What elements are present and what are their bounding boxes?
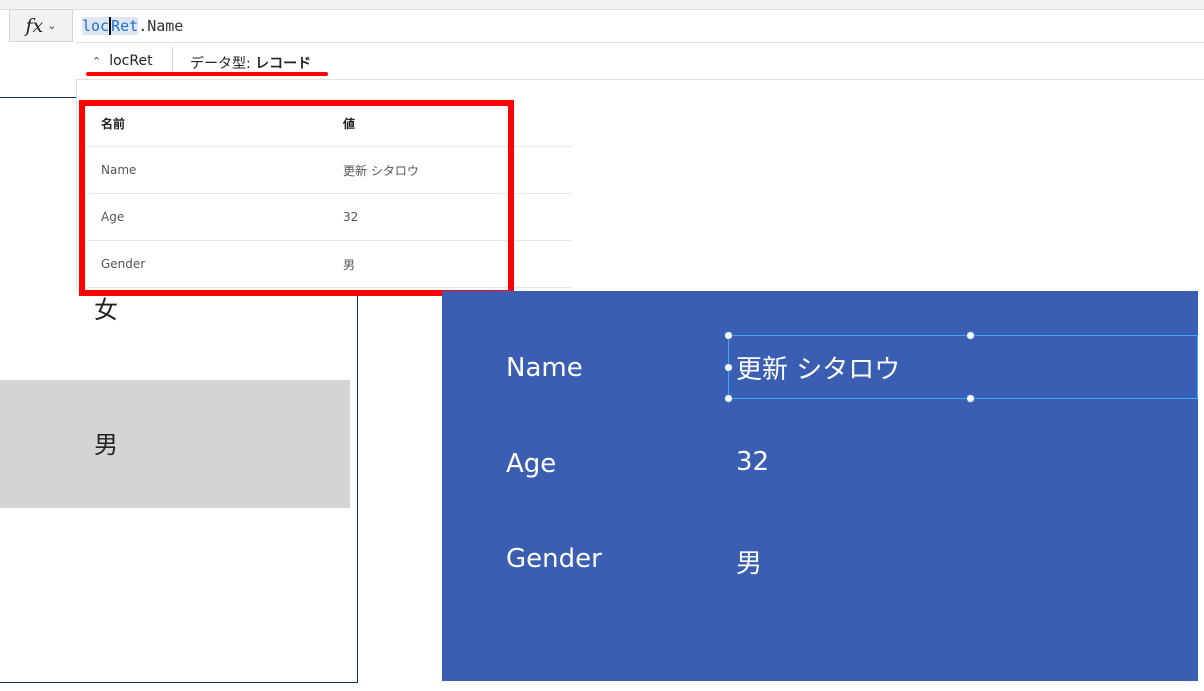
canvas-right-margin (1198, 291, 1204, 691)
gender-label: Gender (506, 544, 602, 574)
resize-handle-top-left[interactable] (724, 331, 733, 340)
selection-frame[interactable] (728, 335, 1198, 399)
detail-screen: Name 更新 シタロウ Age 32 Gender 男 (442, 291, 1198, 681)
red-box-annotation (79, 100, 514, 296)
gender-value[interactable]: 男 (736, 543, 762, 580)
gallery-item-male[interactable]: 男 (94, 425, 118, 460)
result-collapse-toggle[interactable]: ⌃ locRet (92, 53, 153, 69)
data-type-prefix: データ型: (190, 56, 256, 72)
formula-input[interactable]: loc Ret .Name (76, 9, 1204, 43)
name-label: Name (506, 353, 583, 383)
fx-dropdown-button[interactable]: fx ⌄ (9, 9, 73, 42)
chevron-down-icon: ⌄ (47, 19, 57, 32)
chevron-up-icon: ⌃ (92, 54, 102, 68)
formula-variable-part2: Ret (111, 16, 139, 35)
age-value[interactable]: 32 (736, 447, 769, 477)
resize-handle-middle-left[interactable] (724, 363, 733, 372)
formula-rest: .Name (138, 16, 184, 35)
formula-variable-part1: loc (82, 16, 110, 35)
resize-handle-bottom-left[interactable] (724, 394, 733, 403)
age-label: Age (506, 449, 557, 479)
data-type-value: レコード (255, 56, 312, 72)
fx-label: fx (25, 14, 44, 37)
resize-handle-bottom-center[interactable] (966, 394, 975, 403)
divider (172, 47, 173, 75)
resize-handle-top-center[interactable] (966, 331, 975, 340)
red-underline-annotation (86, 72, 328, 76)
gallery-row-selected[interactable] (0, 380, 350, 508)
result-data-type: データ型: レコード (190, 53, 311, 73)
result-variable-name: locRet (109, 53, 153, 69)
